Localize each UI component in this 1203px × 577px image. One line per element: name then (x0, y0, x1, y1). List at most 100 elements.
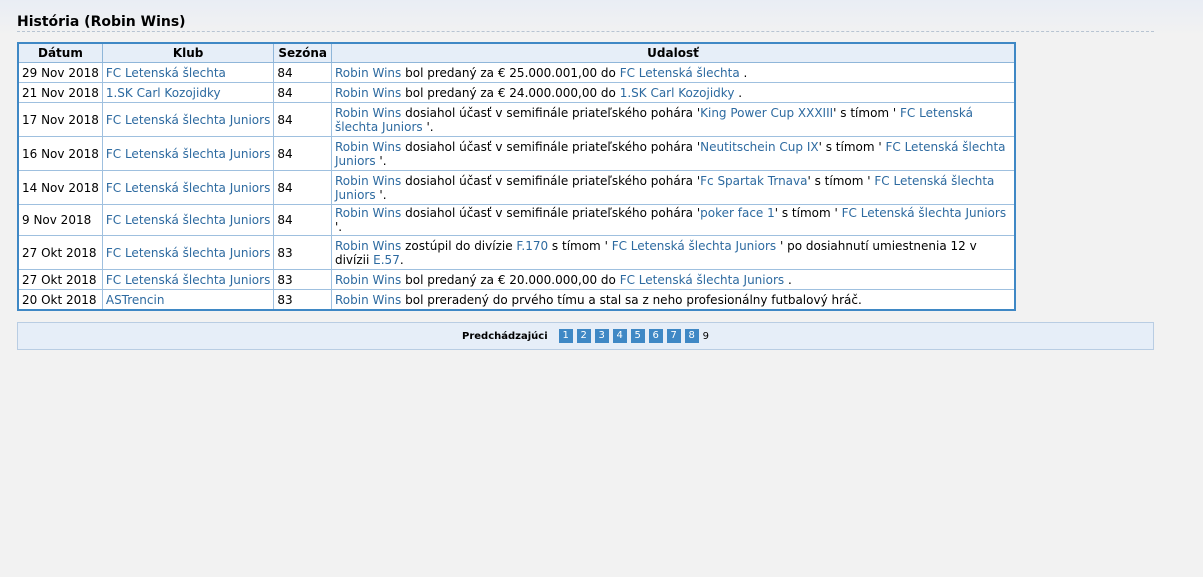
cell-season: 84 (273, 82, 332, 103)
player-link[interactable]: Robin Wins (335, 106, 401, 120)
cell-season: 84 (273, 204, 332, 236)
division-link[interactable]: F.170 (516, 239, 548, 253)
page-link-5[interactable]: 5 (630, 329, 645, 343)
event-text: dosiahol účasť v semifinále priateľského… (401, 206, 701, 220)
cell-club: 1.SK Carl Kozojidky (101, 82, 275, 103)
cell-club: ASTrencin (101, 289, 275, 311)
event-text: . (399, 252, 404, 267)
cup-link[interactable]: King Power Cup XXXIII (700, 106, 833, 120)
cell-club: FC Letenská šlechta Juniors (101, 235, 275, 270)
cell-club: FC Letenská šlechta Juniors (101, 170, 275, 205)
page-link-3[interactable]: 3 (594, 329, 609, 343)
club-link[interactable]: FC Letenská šlechta (106, 66, 226, 80)
club-link[interactable]: FC Letenská šlechta Juniors (106, 213, 270, 227)
page-link-4[interactable]: 4 (612, 329, 627, 343)
event-text: dosiahol účasť v semifinále priateľského… (401, 139, 701, 154)
cell-event: Robin Wins bol preradený do prvého tímu … (330, 289, 1016, 311)
cell-season: 83 (273, 269, 332, 290)
club-link[interactable]: FC Letenská šlechta Juniors (106, 273, 270, 287)
cell-season: 84 (273, 136, 332, 171)
cup-link[interactable]: Fc Spartak Trnava (700, 174, 807, 188)
player-link[interactable]: Robin Wins (335, 86, 401, 100)
table-row: 20 Okt 2018 ASTrencin 83 Robin Wins bol … (17, 289, 1016, 311)
event-text: '. (375, 187, 387, 202)
col-header-date: Dátum (17, 42, 103, 63)
page-title: História (Robin Wins) (17, 14, 186, 30)
page-link-8[interactable]: 8 (684, 329, 699, 343)
event-text: ' s tímom ' (818, 139, 886, 154)
player-link[interactable]: Robin Wins (335, 174, 401, 188)
club-link[interactable]: 1.SK Carl Kozojidky (620, 86, 735, 100)
club-link[interactable]: FC Letenská šlechta Juniors (106, 113, 270, 127)
cell-season: 84 (273, 102, 332, 137)
event-text: bol preradený do prvého tímu a stal sa z… (401, 292, 862, 307)
player-link[interactable]: Robin Wins (335, 66, 401, 80)
club-link[interactable]: FC Letenská šlechta Juniors (620, 273, 784, 287)
cell-club: FC Letenská šlechta (101, 62, 275, 83)
player-link[interactable]: Robin Wins (335, 206, 401, 220)
event-text: ' s tímom ' (833, 105, 901, 120)
event-text: bol predaný za € 25.000.001,00 do (401, 65, 620, 80)
cell-date: 17 Nov 2018 (17, 102, 103, 137)
history-table: Dátum Klub Sezóna Udalosť 29 Nov 2018 FC… (17, 42, 1016, 311)
event-text: '. (334, 220, 343, 234)
cup-link[interactable]: poker face 1 (700, 206, 775, 220)
event-text: dosiahol účasť v semifinále priateľského… (401, 173, 701, 188)
table-row: 14 Nov 2018 FC Letenská šlechta Juniors … (17, 170, 1016, 205)
page-link-2[interactable]: 2 (576, 329, 591, 343)
pagination-bar: Predchádzajúci 1 2 3 4 5 6 7 8 9 (17, 322, 1154, 350)
event-text: s tímom ' (548, 238, 612, 253)
cell-date: 16 Nov 2018 (17, 136, 103, 171)
event-text: . (784, 272, 792, 287)
cell-date: 14 Nov 2018 (17, 170, 103, 205)
club-link[interactable]: 1.SK Carl Kozojidky (106, 86, 221, 100)
event-text: . (734, 85, 743, 100)
cell-date: 9 Nov 2018 (17, 204, 103, 236)
event-text: ' s tímom ' (774, 206, 842, 220)
table-row: 27 Okt 2018 FC Letenská šlechta Juniors … (17, 269, 1016, 290)
page-link-7[interactable]: 7 (666, 329, 681, 343)
col-header-event: Udalosť (330, 42, 1016, 63)
cell-event: Robin Wins bol predaný za € 25.000.001,0… (330, 62, 1016, 83)
event-text: bol predaný za € 20.000.000,00 do (401, 272, 620, 287)
cell-event: Robin Wins dosiahol účasť v semifinále p… (330, 102, 1016, 137)
table-row: 27 Okt 2018 FC Letenská šlechta Juniors … (17, 235, 1016, 270)
cell-event: Robin Wins dosiahol účasť v semifinále p… (330, 204, 1016, 236)
table-row: 29 Nov 2018 FC Letenská šlechta 84 Robin… (17, 62, 1016, 83)
player-link[interactable]: Robin Wins (335, 273, 401, 287)
event-text: ' s tímom ' (807, 173, 875, 188)
event-text: dosiahol účasť v semifinále priateľského… (401, 105, 701, 120)
cell-club: FC Letenská šlechta Juniors (101, 204, 275, 236)
table-row: 17 Nov 2018 FC Letenská šlechta Juniors … (17, 102, 1016, 137)
cell-event: Robin Wins dosiahol účasť v semifinále p… (330, 170, 1016, 205)
club-link[interactable]: FC Letenská šlechta Juniors (106, 181, 270, 195)
player-link[interactable]: Robin Wins (335, 293, 401, 307)
cell-event: Robin Wins dosiahol účasť v semifinále p… (330, 136, 1016, 171)
cup-link[interactable]: Neutitschein Cup IX (700, 140, 818, 154)
cell-season: 84 (273, 170, 332, 205)
table-row: 21 Nov 2018 1.SK Carl Kozojidky 84 Robin… (17, 82, 1016, 103)
club-link[interactable]: ASTrencin (106, 293, 165, 307)
player-link[interactable]: Robin Wins (335, 239, 401, 253)
cell-event: Robin Wins zostúpil do divízie F.170 s t… (330, 235, 1016, 270)
page-link-6[interactable]: 6 (648, 329, 663, 343)
cell-club: FC Letenská šlechta Juniors (101, 136, 275, 171)
club-link[interactable]: FC Letenská šlechta Juniors (842, 206, 1006, 220)
title-divider (17, 31, 1154, 32)
col-header-season: Sezóna (273, 42, 332, 63)
cell-season: 83 (273, 289, 332, 311)
current-page: 9 (702, 330, 709, 342)
club-link[interactable]: FC Letenská šlechta Juniors (106, 147, 270, 161)
table-row: 16 Nov 2018 FC Letenská šlechta Juniors … (17, 136, 1016, 171)
cell-date: 21 Nov 2018 (17, 82, 103, 103)
cell-date: 27 Okt 2018 (17, 269, 103, 290)
club-link[interactable]: FC Letenská šlechta Juniors (106, 246, 270, 260)
club-link[interactable]: FC Letenská šlechta Juniors (612, 239, 776, 253)
division-link[interactable]: E.57 (373, 253, 400, 267)
player-link[interactable]: Robin Wins (335, 140, 401, 154)
cell-club: FC Letenská šlechta Juniors (101, 269, 275, 290)
club-link[interactable]: FC Letenská šlechta (620, 66, 740, 80)
col-header-club: Klub (101, 42, 275, 63)
page-link-1[interactable]: 1 (558, 329, 573, 343)
previous-page-link[interactable]: Predchádzajúci (462, 331, 548, 342)
